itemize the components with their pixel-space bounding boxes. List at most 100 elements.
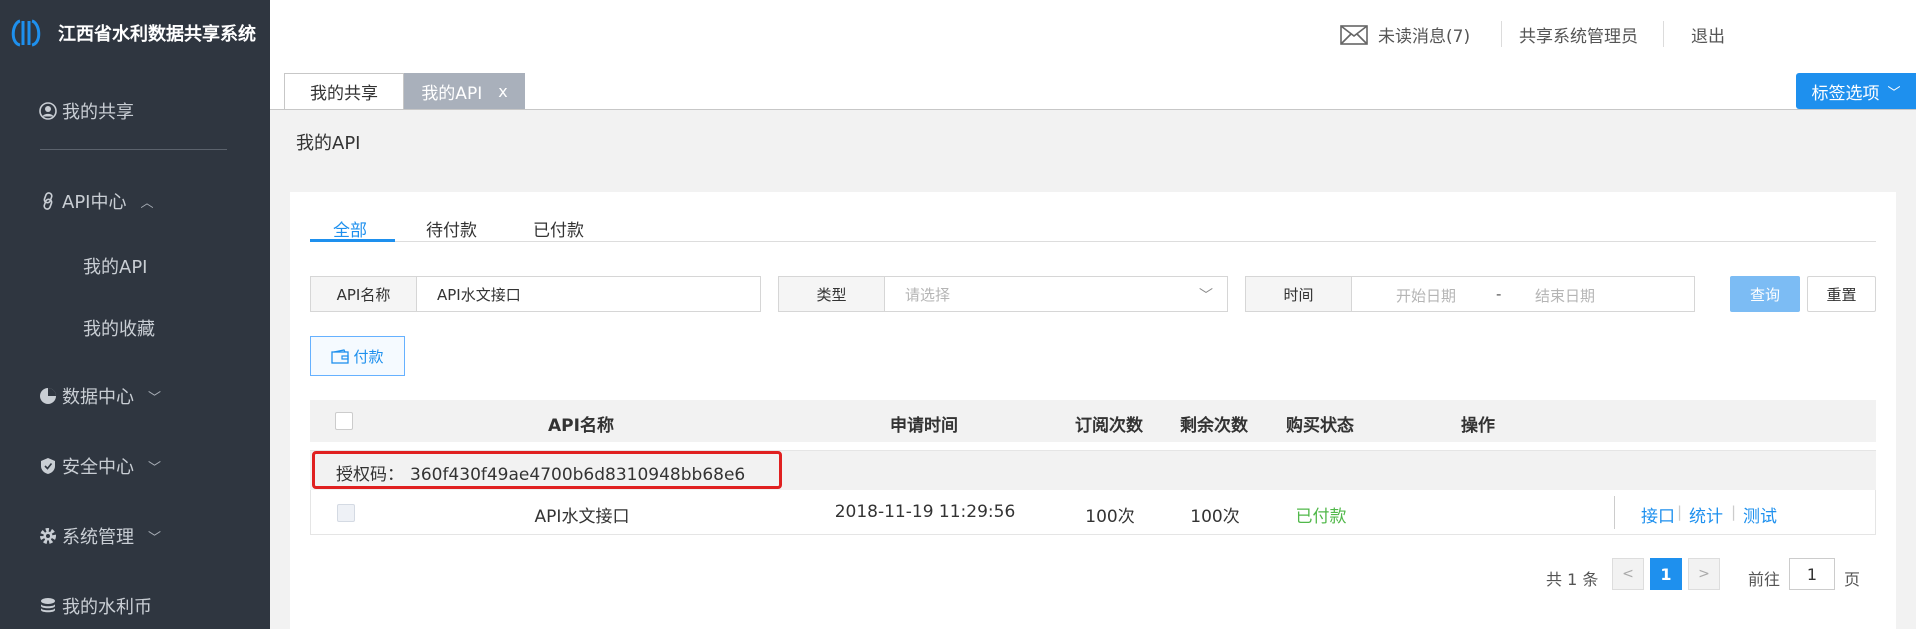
time-filter: 时间 开始日期 - 结束日期 — [1245, 276, 1695, 312]
prev-page-button[interactable]: < — [1612, 558, 1644, 590]
top-header: 未读消息(7) 共享系统管理员 退出 — [270, 0, 1916, 70]
test-link[interactable]: 测试 — [1743, 502, 1777, 527]
apply-time-cell: 2018-11-19 11:29:56 — [834, 502, 1016, 522]
pagination-total: 共 1 条 — [1546, 570, 1599, 589]
type-filter: 类型 请选择 ﹀ — [778, 276, 1228, 312]
shield-icon — [38, 456, 58, 476]
sidebar-item-label: 我的共享 — [62, 102, 134, 123]
chevron-down-icon: ﹀ — [148, 460, 162, 476]
api-name-cell: API水文接口 — [534, 507, 630, 527]
sidebar-item-system[interactable]: 系统管理 ﹀ — [38, 523, 161, 549]
date-separator: - — [1496, 285, 1502, 303]
tab-pending-payment[interactable]: 待付款 — [426, 216, 477, 241]
chevron-right-icon: > — [1698, 566, 1710, 582]
sidebar-item-label: 安全中心 — [62, 457, 134, 478]
tab-options-label: 标签选项 — [1811, 83, 1880, 104]
sidebar-item-label: API中心 — [62, 192, 127, 213]
messages-label: 未读消息(7) — [1378, 27, 1471, 47]
status-tabs: 全部 待付款 已付款 — [310, 216, 1876, 242]
chevron-down-icon: ﹀ — [1887, 85, 1901, 101]
stats-link[interactable]: 统计 — [1689, 502, 1723, 527]
page-number[interactable]: 1 — [1650, 558, 1682, 590]
sidebar-item-data-center[interactable]: 数据中心 ﹀ — [38, 383, 161, 409]
wallet-icon — [331, 348, 350, 364]
pay-button[interactable]: 付款 — [310, 336, 405, 376]
column-header: 操作 — [1461, 416, 1495, 436]
chevron-up-icon: ︿ — [140, 195, 154, 211]
user-menu[interactable]: 共享系统管理员 — [1519, 22, 1638, 47]
filter-label: 类型 — [779, 277, 885, 311]
end-date-input[interactable]: 结束日期 — [1535, 285, 1595, 306]
tab-label: 我的共享 — [310, 84, 378, 104]
messages-link[interactable]: 未读消息(7) — [1340, 22, 1470, 47]
sidebar-subitem-favorites[interactable]: 我的收藏 — [83, 315, 155, 341]
link-icon — [38, 191, 58, 211]
column-header: 剩余次数 — [1180, 416, 1248, 436]
app-title: 江西省水利数据共享系统 — [58, 24, 256, 45]
coin-stack-icon — [38, 596, 58, 616]
gear-icon — [38, 526, 58, 546]
tab-paid[interactable]: 已付款 — [533, 216, 584, 241]
filter-label: 时间 — [1246, 277, 1352, 311]
logo-icon — [11, 19, 41, 47]
chevron-down-icon: ﹀ — [1199, 288, 1213, 304]
sidebar-divider — [40, 149, 227, 150]
tab-label: 我的API — [421, 83, 483, 104]
active-tab-indicator — [310, 239, 395, 242]
column-header: 申请时间 — [890, 416, 958, 436]
auth-code-label: 授权码： — [336, 465, 404, 485]
chevron-down-icon: ﹀ — [148, 390, 162, 406]
sidebar-item-coins[interactable]: 我的水利币 — [38, 593, 152, 619]
table-row: API水文接口 2018-11-19 11:29:56 100次 100次 已付… — [310, 490, 1876, 535]
mail-icon — [1340, 24, 1368, 45]
column-header: 订阅次数 — [1075, 416, 1143, 436]
interface-link[interactable]: 接口 — [1641, 502, 1675, 527]
row-checkbox[interactable] — [337, 504, 355, 522]
page-title: 我的API — [296, 133, 361, 154]
user-circle-icon — [38, 101, 58, 121]
sidebar-subitem-my-api[interactable]: 我的API — [83, 253, 147, 279]
header-divider — [1501, 21, 1502, 47]
start-date-input[interactable]: 开始日期 — [1396, 285, 1456, 306]
tab-my-share[interactable]: 我的共享 — [284, 73, 404, 109]
goto-label: 前往 — [1748, 570, 1781, 589]
page-suffix: 页 — [1844, 570, 1861, 589]
link-divider: | — [1731, 503, 1737, 521]
query-button[interactable]: 查询 — [1730, 276, 1800, 312]
type-select[interactable]: 请选择 — [885, 277, 1227, 311]
column-header: 购买状态 — [1286, 416, 1354, 436]
sidebar-item-label: 我的水利币 — [62, 597, 152, 618]
sidebar-item-label: 系统管理 — [62, 527, 134, 548]
tab-bar: 我的共享 我的API x 标签选项 ﹀ — [270, 70, 1916, 110]
auth-code-row: 授权码： 360f430f49ae4700b6d8310948bb68e6 — [310, 450, 1876, 490]
main-card: 全部 待付款 已付款 API名称 API水文接口 类型 请选择 ﹀ 时间 开始日… — [290, 192, 1896, 629]
pie-chart-icon — [38, 386, 58, 406]
api-name-filter: API名称 API水文接口 — [310, 276, 761, 312]
sidebar-item-label: 数据中心 — [62, 387, 134, 408]
api-name-input[interactable]: API水文接口 — [417, 277, 760, 311]
logout-link[interactable]: 退出 — [1691, 22, 1725, 47]
tab-my-api[interactable]: 我的API x — [404, 73, 525, 109]
sidebar-item-security[interactable]: 安全中心 ﹀ — [38, 453, 161, 479]
goto-page-input[interactable] — [1789, 558, 1835, 590]
sidebar-item-my-share[interactable]: 我的共享 — [38, 98, 134, 124]
app-logo[interactable]: 江西省水利数据共享系统 — [8, 12, 256, 54]
tab-options-button[interactable]: 标签选项 ﹀ — [1796, 73, 1916, 109]
sidebar: 江西省水利数据共享系统 我的共享 API中心 ︿ 我的API 我的收藏 数据中心… — [0, 0, 270, 629]
sidebar-item-api-center[interactable]: API中心 ︿ — [38, 188, 154, 214]
filter-label: API名称 — [311, 277, 417, 311]
chevron-down-icon: ﹀ — [148, 530, 162, 546]
reset-button[interactable]: 重置 — [1807, 276, 1876, 312]
status-badge: 已付款 — [1295, 507, 1347, 527]
column-header: API名称 — [548, 416, 614, 436]
auth-code-value: 360f430f49ae4700b6d8310948bb68e6 — [410, 465, 746, 485]
next-page-button[interactable]: > — [1688, 558, 1720, 590]
close-icon[interactable]: x — [498, 82, 507, 101]
select-all-checkbox[interactable] — [335, 412, 353, 430]
auth-code: 授权码： 360f430f49ae4700b6d8310948bb68e6 — [336, 460, 745, 485]
pay-label: 付款 — [353, 347, 384, 366]
link-divider: | — [1677, 503, 1683, 521]
remaining-count-cell: 100次 — [1190, 507, 1240, 527]
column-divider — [1614, 496, 1615, 529]
tab-all[interactable]: 全部 — [333, 216, 367, 241]
